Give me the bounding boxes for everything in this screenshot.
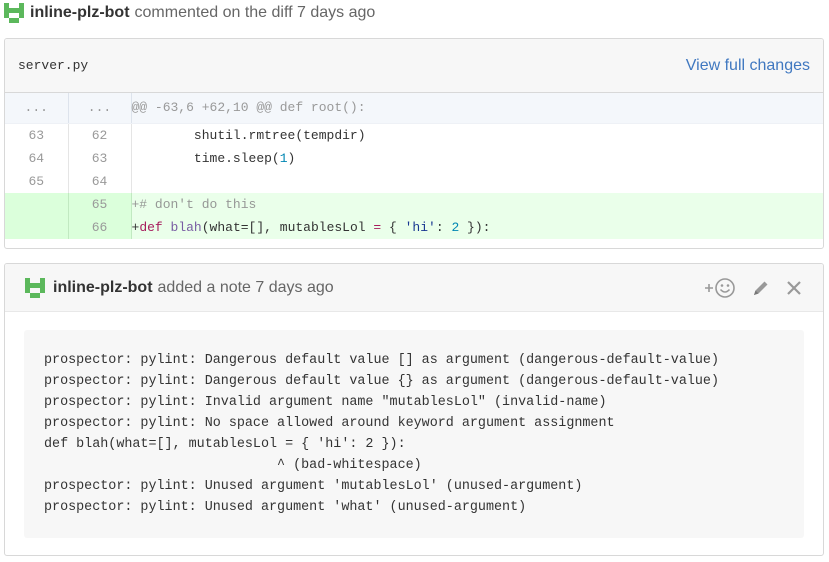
old-line-number[interactable]: 63 — [5, 123, 69, 147]
diff-box: server.py View full changes ... ... @@ -… — [4, 38, 824, 249]
new-line-number[interactable]: 63 — [68, 147, 132, 170]
diff-context-row: 63 62 shutil.rmtree(tempdir) — [5, 123, 823, 147]
hunk-header-row: ... ... @@ -63,6 +62,10 @@ def root(): — [5, 93, 823, 124]
new-line-number[interactable]: 64 — [68, 170, 132, 193]
note-author[interactable]: inline-plz-bot — [53, 279, 153, 297]
view-full-changes-link[interactable]: View full changes — [686, 57, 810, 75]
note-line: prospector: pylint: Unused argument 'wha… — [44, 500, 527, 515]
comment-action-text: commented on the diff 7 days ago — [134, 4, 376, 21]
note-line: prospector: pylint: Dangerous default va… — [44, 374, 719, 389]
old-line-number[interactable]: 64 — [5, 147, 69, 170]
note-header: inline-plz-bot added a note 7 days ago — [5, 264, 823, 312]
code-line — [131, 170, 823, 193]
add-reaction-button[interactable] — [703, 277, 737, 299]
old-line-number — [5, 216, 69, 239]
diff-added-row: 66 +def blah(what=[], mutablesLol = { 'h… — [5, 216, 823, 239]
edit-button[interactable] — [751, 278, 771, 298]
note-line: ^ (bad-whitespace) — [44, 458, 422, 473]
diff-table: ... ... @@ -63,6 +62,10 @@ def root(): 6… — [5, 93, 823, 239]
add-reaction-icon — [705, 277, 735, 298]
old-line-number[interactable]: 65 — [5, 170, 69, 193]
note-action-text: added a note 7 days ago — [157, 278, 334, 296]
new-line-number[interactable]: 65 — [68, 193, 132, 216]
pencil-icon — [754, 281, 768, 295]
hunk-header-text: @@ -63,6 +62,10 @@ def root(): — [131, 93, 823, 124]
code-line: +# don't do this — [131, 193, 823, 216]
note-line: prospector: pylint: Dangerous default va… — [44, 353, 719, 368]
diff-context-row: 65 64 — [5, 170, 823, 193]
note-line: prospector: pylint: Invalid argument nam… — [44, 395, 607, 410]
expand-up-button[interactable]: ... — [5, 93, 69, 124]
diff-comment-header: inline-plz-bot commented on the diff 7 d… — [4, 2, 375, 24]
note-body: prospector: pylint: Dangerous default va… — [24, 330, 804, 538]
new-line-number[interactable]: 62 — [68, 123, 132, 147]
delete-button[interactable] — [785, 279, 803, 297]
code-line: time.sleep(1) — [131, 147, 823, 170]
diff-header: server.py View full changes — [5, 39, 823, 93]
note-line: prospector: pylint: No space allowed aro… — [44, 416, 615, 431]
note-line: def blah(what=[], mutablesLol = { 'hi': … — [44, 437, 406, 452]
expand-down-button[interactable]: ... — [68, 93, 132, 124]
diff-context-row: 64 63 time.sleep(1) — [5, 147, 823, 170]
note-box: inline-plz-bot added a note 7 days ago p… — [4, 263, 824, 556]
code-line: shutil.rmtree(tempdir) — [131, 123, 823, 147]
code-line: +def blah(what=[], mutablesLol = { 'hi':… — [131, 216, 823, 239]
diff-added-row: 65 +# don't do this — [5, 193, 823, 216]
file-name: server.py — [18, 58, 89, 73]
note-actions — [703, 277, 803, 299]
new-line-number[interactable]: 66 — [68, 216, 132, 239]
avatar[interactable] — [25, 277, 45, 298]
old-line-number — [5, 193, 69, 216]
avatar[interactable] — [4, 3, 24, 23]
comment-author[interactable]: inline-plz-bot — [30, 4, 130, 22]
close-icon — [787, 280, 801, 295]
note-line: prospector: pylint: Unused argument 'mut… — [44, 479, 583, 494]
